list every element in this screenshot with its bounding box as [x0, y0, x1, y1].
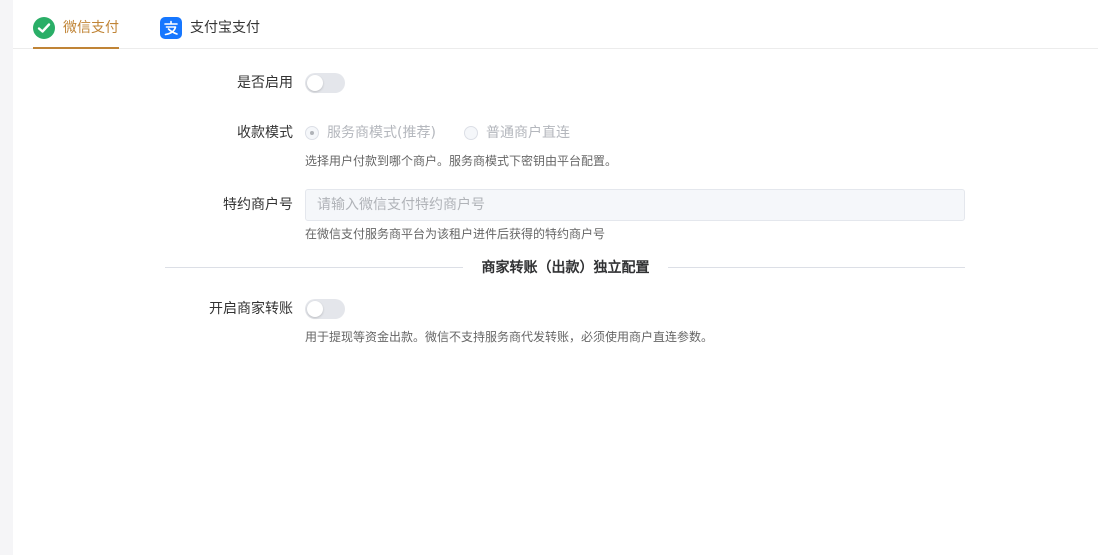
- merchant-id-input[interactable]: [305, 189, 965, 221]
- enable-label: 是否启用: [237, 75, 293, 91]
- radio-direct-merchant-label: 普通商户直连: [486, 125, 570, 141]
- radio-direct-merchant[interactable]: 普通商户直连: [464, 123, 570, 143]
- payment-settings-panel: 微信支付 支付宝支付 是否启用 收款模式 服务商模式(推荐) 普通商户直连 选择…: [13, 0, 1110, 555]
- tab-wechat-pay-label: 微信支付: [63, 20, 119, 36]
- tab-alipay[interactable]: 支付宝支付: [160, 16, 272, 49]
- alipay-icon: [160, 17, 182, 39]
- radio-service-provider-label: 服务商模式(推荐): [327, 125, 436, 141]
- section-divider-right: [668, 267, 965, 268]
- transfer-switch[interactable]: [305, 299, 345, 319]
- enable-switch-knob: [307, 75, 323, 91]
- radio-dot: [464, 126, 478, 140]
- transfer-hint: 用于提现等资金出款。微信不支持服务商代发转账，必须使用商户直连参数。: [305, 330, 714, 344]
- radio-service-provider-mode[interactable]: 服务商模式(推荐): [305, 123, 436, 143]
- tab-alipay-label: 支付宝支付: [190, 20, 260, 36]
- tab-wechat-pay[interactable]: 微信支付: [33, 16, 119, 49]
- transfer-switch-knob: [307, 301, 323, 317]
- wechat-icon: [33, 17, 55, 39]
- mode-label: 收款模式: [237, 125, 293, 141]
- merchant-id-hint: 在微信支付服务商平台为该租户进件后获得的特约商户号: [305, 227, 606, 241]
- transfer-label: 开启商家转账: [209, 301, 293, 317]
- merchant-id-label: 特约商户号: [223, 197, 293, 213]
- enable-switch[interactable]: [305, 73, 345, 93]
- section-divider-left: [165, 267, 463, 268]
- section-title: 商家转账（出款）独立配置: [463, 258, 668, 278]
- mode-hint: 选择用户付款到哪个商户。服务商模式下密钥由平台配置。: [305, 154, 618, 168]
- payment-tabs: 微信支付 支付宝支付: [13, 0, 1098, 49]
- radio-dot: [305, 126, 319, 140]
